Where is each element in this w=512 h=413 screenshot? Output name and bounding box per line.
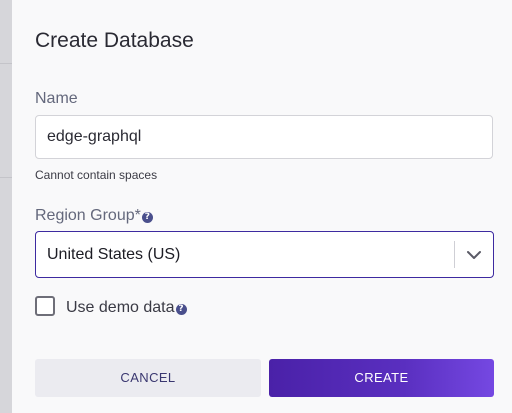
help-icon[interactable]: ? xyxy=(175,304,187,315)
cancel-button[interactable]: CANCEL xyxy=(35,359,261,397)
use-demo-data-checkbox[interactable] xyxy=(35,296,55,316)
region-group-selected-value: United States (US) xyxy=(47,246,181,263)
help-icon[interactable]: ? xyxy=(141,212,153,223)
name-hint: Cannot contain spaces xyxy=(35,168,158,182)
name-label: Name xyxy=(35,90,78,107)
region-group-label-text: Region Group* xyxy=(35,207,141,224)
use-demo-data-label-text: Use demo data xyxy=(66,299,175,316)
background-divider xyxy=(0,63,12,64)
create-button[interactable]: CREATE xyxy=(269,359,494,397)
background-page-edge xyxy=(0,0,12,413)
select-separator xyxy=(454,241,455,268)
use-demo-data-label[interactable]: Use demo data? xyxy=(66,299,187,317)
background-divider xyxy=(0,177,12,178)
create-database-dialog: Create Database Name Cannot contain spac… xyxy=(12,0,512,413)
region-group-label: Region Group*? xyxy=(35,207,153,225)
dialog-title: Create Database xyxy=(35,29,194,52)
region-group-select[interactable]: United States (US) xyxy=(35,231,494,278)
chevron-down-icon[interactable] xyxy=(463,245,485,265)
name-input[interactable] xyxy=(35,115,493,159)
